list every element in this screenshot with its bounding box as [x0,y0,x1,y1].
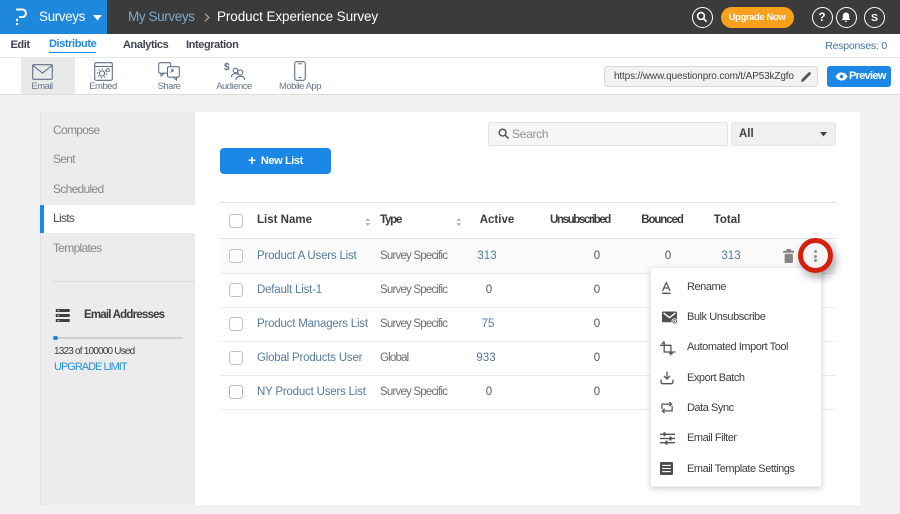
svg-text:$: $ [224,62,230,73]
